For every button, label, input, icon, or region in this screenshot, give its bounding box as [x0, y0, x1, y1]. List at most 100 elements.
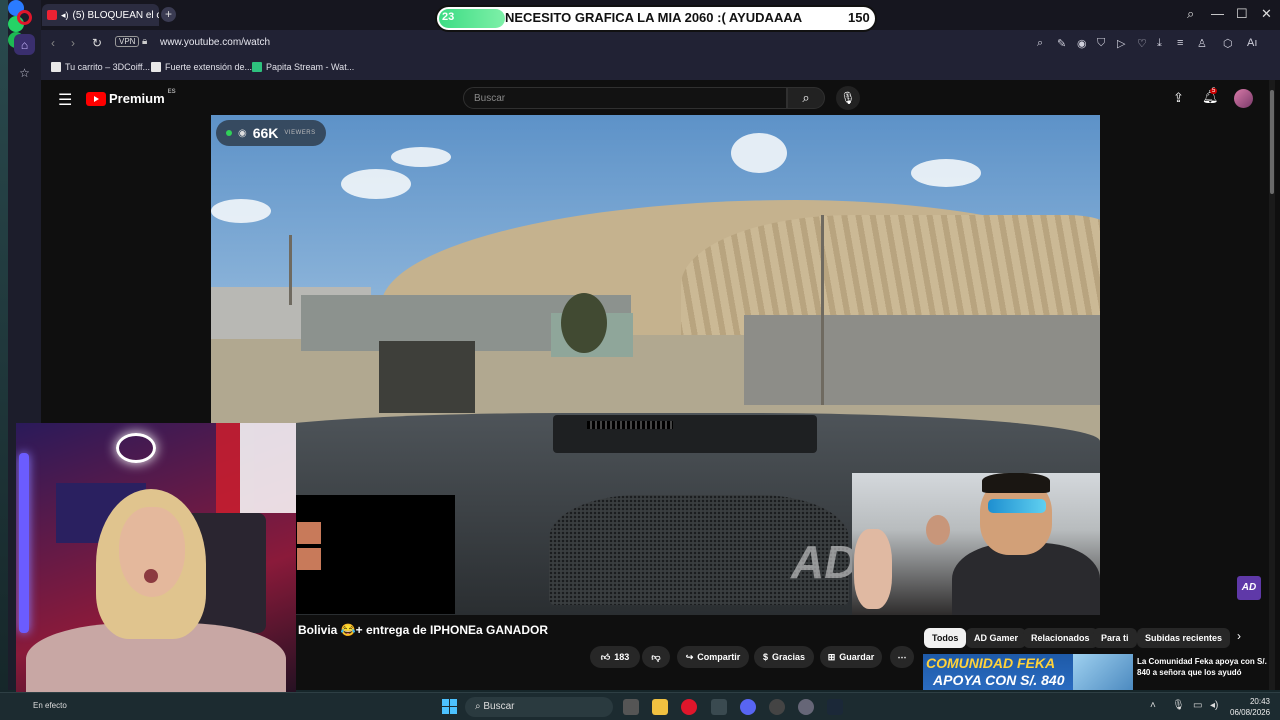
youtube-logo[interactable]: Premium ES: [86, 89, 176, 106]
chip-relacionados[interactable]: Relacionados: [1023, 628, 1098, 648]
youtube-play-icon: [86, 91, 106, 106]
task-view-icon[interactable]: [623, 699, 639, 715]
volume-icon[interactable]: ◂): [1210, 700, 1218, 711]
chip-para-ti[interactable]: Para ti: [1093, 628, 1137, 648]
more-icon: ⋯: [897, 651, 907, 662]
close-button[interactable]: ✕: [1261, 6, 1272, 22]
heart-icon[interactable]: ♡: [1137, 37, 1147, 50]
tab-youtube[interactable]: ◂) (5) BLOQUEAN el celu: [42, 4, 159, 26]
upload-icon[interactable]: ⇪: [1173, 90, 1184, 106]
tab-title: (5) BLOQUEAN el celu: [72, 9, 159, 21]
file-explorer-icon[interactable]: [652, 699, 668, 715]
minimize-button[interactable]: —: [1211, 6, 1224, 21]
recommended-title[interactable]: La Comunidad Feka apoya con S/. 840 a se…: [1137, 656, 1267, 678]
thanks-button[interactable]: $ Gracias: [754, 646, 814, 668]
new-tab-button[interactable]: +: [161, 7, 176, 22]
thumbs-up-icon: 👍︎: [600, 651, 611, 662]
cloud: [211, 199, 271, 223]
discord-icon[interactable]: [740, 699, 756, 715]
video-title: Bolivia 😂+ entrega de IPHONEa GANADOR: [298, 623, 548, 637]
chip-todos[interactable]: Todos: [924, 628, 967, 648]
network-icon[interactable]: ▭: [1193, 700, 1202, 711]
scrollbar-thumb[interactable]: [1270, 90, 1274, 194]
eye-icon: ◉: [238, 127, 247, 139]
save-button[interactable]: ⊞ Guardar: [820, 646, 882, 668]
forward-icon[interactable]: ›: [71, 36, 75, 50]
search-input[interactable]: Buscar: [463, 87, 787, 109]
watermark: AD: [791, 536, 858, 588]
settings-icon[interactable]: [798, 699, 814, 715]
dislike-button[interactable]: 👎︎: [642, 646, 670, 668]
bookmark-item[interactable]: Fuerte extensión de...: [151, 62, 252, 72]
neon-light: [19, 453, 29, 633]
chevron-up-icon[interactable]: ˄: [1150, 700, 1156, 711]
bookmark-label: Tu carrito – 3DCoiff...: [65, 62, 151, 72]
streamer-mouth: [144, 569, 158, 583]
like-button[interactable]: 👍︎ 183: [590, 646, 640, 668]
edit-icon[interactable]: ✎: [1057, 37, 1066, 50]
lock-icon[interactable]: 🔒︎: [142, 36, 147, 47]
status-text: En efecto: [33, 701, 67, 710]
goal-target: 150: [848, 10, 870, 25]
back-icon[interactable]: ‹: [51, 36, 55, 50]
app-icon[interactable]: [769, 699, 785, 715]
thumbs-down-icon: 👎︎: [651, 651, 661, 662]
play-icon[interactable]: ▷: [1117, 37, 1125, 50]
mic-tray-icon[interactable]: 🎙︎: [1172, 700, 1185, 711]
search-tabs-icon[interactable]: ⌕: [1187, 6, 1194, 22]
vpn-badge[interactable]: VPN: [115, 36, 140, 47]
shield-icon[interactable]: ⛉: [1097, 37, 1105, 50]
menu-icon[interactable]: ≡: [1177, 37, 1183, 49]
download-icon[interactable]: ⤓: [1157, 37, 1162, 50]
bookmark-favicon-icon: [252, 62, 262, 72]
maximize-button[interactable]: ☐: [1236, 6, 1248, 22]
cloud: [731, 133, 787, 173]
bookmark-item[interactable]: Papita Stream - Wat...: [252, 62, 354, 72]
app-icon[interactable]: [711, 699, 727, 715]
search-icon[interactable]: ⌕: [1037, 37, 1043, 50]
neon-planet-sign: [116, 433, 156, 463]
bookmark-favicon-icon: [151, 62, 161, 72]
chip-ad-gamer[interactable]: AD Gamer: [966, 628, 1027, 648]
avatar[interactable]: [1234, 89, 1253, 108]
chat-avatar: [297, 548, 321, 570]
clock[interactable]: 20:43 06/08/2026: [1230, 696, 1270, 718]
steam-icon[interactable]: [827, 699, 843, 715]
radio-unit: [553, 415, 817, 453]
camera-icon[interactable]: ◉: [1077, 37, 1087, 50]
url-field[interactable]: www.youtube.com/watch: [160, 37, 270, 48]
mic-icon[interactable]: 🎙︎: [836, 86, 860, 110]
region-label: ES: [167, 89, 176, 95]
passenger: [854, 529, 892, 609]
utility-pole: [821, 215, 824, 405]
viewers-count: 66K: [252, 125, 279, 141]
trash-container: [379, 341, 475, 413]
chip-subidas-recientes[interactable]: Subidas recientes: [1137, 628, 1231, 648]
clock-time: 20:43: [1249, 697, 1270, 706]
star-icon[interactable]: ☆: [14, 62, 35, 83]
extension-icon[interactable]: ⬡: [1223, 37, 1233, 50]
search-button[interactable]: ⌕: [787, 87, 825, 109]
share-button[interactable]: ↪ Compartir: [677, 646, 749, 668]
chevron-right-icon[interactable]: ›: [1237, 629, 1241, 643]
more-actions-button[interactable]: ⋯: [890, 646, 914, 668]
profile-icon[interactable]: ♙: [1197, 37, 1207, 50]
bookmark-label: Fuerte extensión de...: [165, 62, 253, 72]
thanks-icon: $: [762, 652, 768, 662]
viewers-badge: ◉ 66K VIEWERS: [216, 120, 326, 146]
taskbar-search[interactable]: ⌕ Buscar: [465, 697, 613, 717]
channel-logo-icon: AD: [1237, 576, 1261, 600]
bookmark-item[interactable]: Tu carrito – 3DCoiff...: [51, 62, 150, 72]
ai-icon[interactable]: Aı: [1247, 37, 1257, 49]
streamer-webcam: [16, 423, 296, 708]
home-icon[interactable]: ⌂: [14, 34, 35, 55]
inset-camera: [852, 473, 1100, 615]
opera-logo-icon[interactable]: [17, 10, 32, 25]
windows-start-icon[interactable]: [442, 699, 457, 714]
thumbnail-text: APOYA CON S/. 840: [933, 672, 1065, 688]
speaker-icon[interactable]: ◂): [61, 10, 69, 21]
reload-icon[interactable]: ↻: [92, 36, 102, 50]
recommended-thumbnail[interactable]: COMUNIDAD FEKA APOYA CON S/. 840: [923, 654, 1133, 690]
hamburger-menu-icon[interactable]: ☰: [58, 90, 72, 110]
opera-taskbar-icon[interactable]: [681, 699, 697, 715]
